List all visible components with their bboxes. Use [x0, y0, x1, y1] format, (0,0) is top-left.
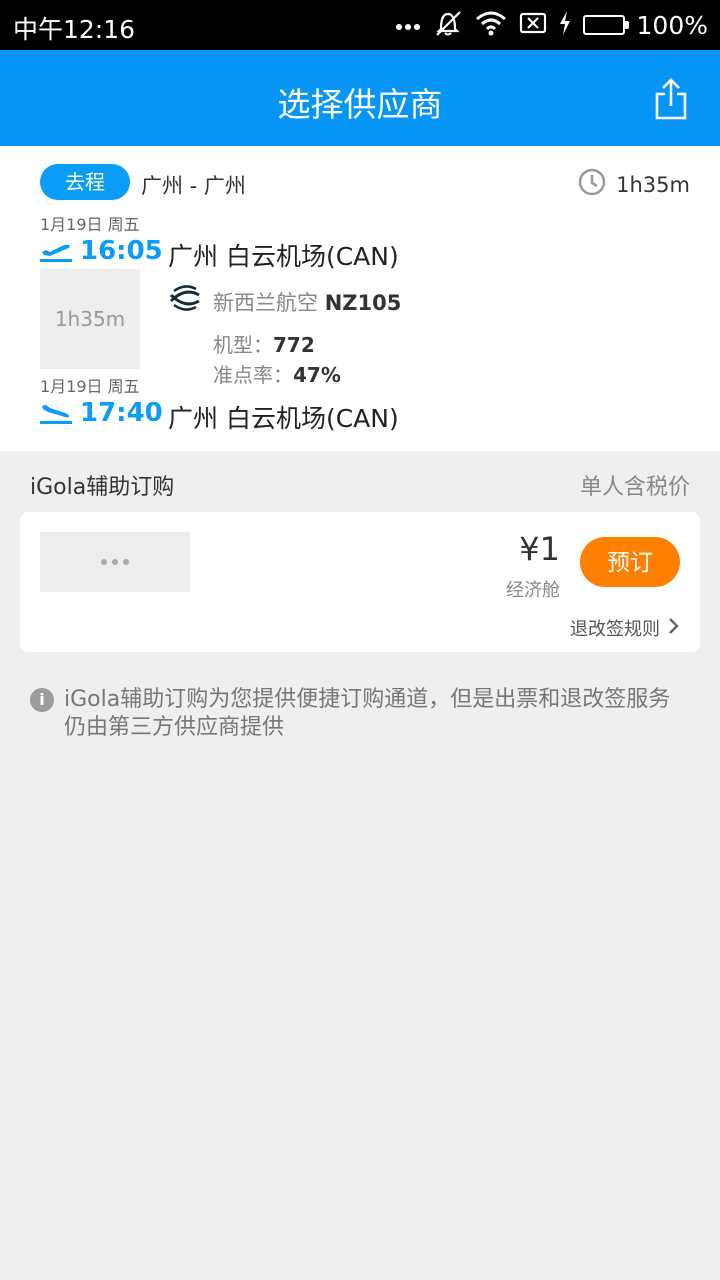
- supplier-offer-card[interactable]: ¥1 经济舱 预订 退改签规则: [20, 512, 700, 652]
- cabin-class: 经济舱: [506, 580, 560, 601]
- disclaimer-text: iGola辅助订购为您提供便捷订购通道，但是出票和退改签服务仍由第三方供应商提供: [64, 687, 671, 740]
- battery-percent: 100%: [636, 10, 708, 40]
- airline-info: 新西兰航空 NZ105: [213, 287, 401, 317]
- takeoff-icon: [40, 238, 72, 262]
- ontime-info: 准点率：47%: [213, 359, 341, 388]
- status-time: 中午12:16: [13, 15, 136, 44]
- supplier-logo-placeholder: [40, 532, 190, 592]
- share-icon[interactable]: [654, 78, 688, 120]
- landing-icon: [40, 400, 72, 424]
- book-button[interactable]: 预订: [580, 537, 680, 587]
- status-icons: 100%: [395, 9, 708, 41]
- arrival-airport: 广州 白云机场(CAN): [168, 404, 399, 433]
- change-rules-label: 退改签规则: [570, 619, 660, 640]
- flight-card: 去程 广州 - 广州 1h35m 1月19日 周五 16:05 广州 白云机场(…: [0, 146, 720, 451]
- segment-duration: 1h35m: [40, 269, 140, 369]
- app-bar: 选择供应商: [0, 50, 720, 146]
- change-rules-link[interactable]: 退改签规则: [570, 615, 680, 641]
- clock-icon: [578, 168, 606, 201]
- status-bar: 中午12:16 100%: [0, 0, 720, 50]
- page-title: 选择供应商: [277, 85, 443, 124]
- info-icon: i: [30, 688, 54, 712]
- chevron-right-icon: [668, 617, 680, 640]
- battery-icon: [582, 15, 629, 35]
- aircraft-label: 机型：: [213, 333, 273, 357]
- charging-icon: [559, 11, 571, 39]
- direction-tag: 去程: [40, 164, 130, 200]
- airline-name: 新西兰航空: [213, 291, 318, 315]
- departure-airport: 广州 白云机场(CAN): [168, 242, 399, 271]
- no-sim-icon: [519, 12, 547, 38]
- ontime-label: 准点率：: [213, 363, 293, 387]
- flight-number: NZ105: [324, 291, 402, 315]
- route-label: 广州 - 广州: [141, 174, 246, 198]
- aircraft-value: 772: [273, 333, 315, 357]
- arrival-time: 17:40: [80, 398, 163, 428]
- offer-price: ¥1: [519, 530, 560, 568]
- aircraft-info: 机型：772: [213, 329, 315, 358]
- arrival-date: 1月19日 周五: [40, 377, 140, 396]
- disclaimer-note: i iGola辅助订购为您提供便捷订购通道，但是出票和退改签服务仍由第三方供应商…: [30, 686, 690, 742]
- loading-dot-icon: [101, 559, 107, 565]
- price-note: 单人含税价: [579, 475, 690, 500]
- more-dots-icon: [395, 16, 421, 35]
- total-duration: 1h35m: [578, 168, 690, 201]
- total-duration-text: 1h35m: [616, 172, 690, 197]
- airline-logo-icon: [168, 281, 202, 315]
- supplier-section-title: iGola辅助订购: [30, 475, 175, 500]
- ontime-value: 47%: [293, 363, 341, 387]
- loading-dot-icon: [112, 559, 118, 565]
- vibrate-off-icon: [433, 9, 463, 41]
- wifi-icon: [475, 10, 507, 40]
- loading-dot-icon: [123, 559, 129, 565]
- departure-time: 16:05: [80, 236, 163, 266]
- departure-date: 1月19日 周五: [40, 215, 140, 234]
